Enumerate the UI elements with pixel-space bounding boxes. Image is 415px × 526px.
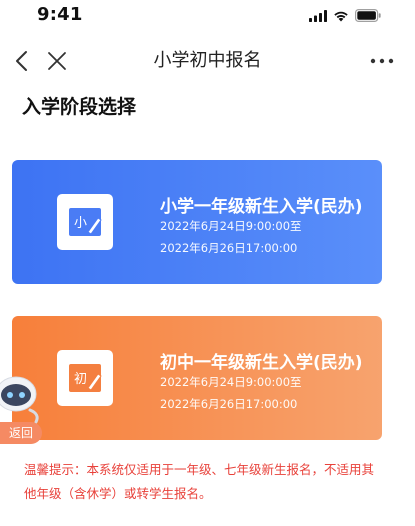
primary-icon-char: 小 — [74, 216, 87, 231]
battery-icon — [355, 9, 381, 22]
primary-school-title: 小学一年级新生入学(民办) — [160, 197, 363, 217]
robot-icon — [0, 376, 39, 424]
junior-high-card[interactable]: 初 初中一年级新生入学(民办) 2022年6月24日9:00:00至 2022年… — [12, 316, 382, 440]
primary-school-date-end: 2022年6月26日17:00:00 — [160, 241, 298, 255]
junior-icon-char: 初 — [74, 372, 87, 387]
more-button[interactable] — [367, 48, 397, 74]
nav-bar: 小学初中报名 — [0, 34, 415, 86]
page-title: 小学初中报名 — [153, 50, 262, 71]
primary-school-card[interactable]: 小 小学一年级新生入学(民办) 2022年6月24日9:00:00至 2022年… — [12, 160, 382, 284]
status-icons — [309, 9, 381, 22]
signal-icon — [309, 9, 327, 22]
section-title: 入学阶段选择 — [22, 96, 137, 118]
status-time: 9:41 — [37, 4, 83, 25]
junior-high-icon: 初 — [57, 350, 113, 406]
status-bar: 9:41 — [0, 0, 415, 34]
primary-school-icon: 小 — [57, 194, 113, 250]
wifi-icon — [334, 11, 348, 21]
more-dots-icon — [370, 58, 394, 64]
robot-assistant[interactable] — [0, 368, 46, 430]
primary-school-date-start: 2022年6月24日9:00:00至 — [160, 219, 302, 233]
junior-high-title: 初中一年级新生入学(民办) — [160, 353, 363, 373]
junior-high-date-start: 2022年6月24日9:00:00至 — [160, 375, 302, 389]
back-badge-button[interactable]: 返回 — [0, 422, 42, 444]
notice-text: 温馨提示：本系统仅适用于一年级、七年级新生报名，不适用其他年级（含休学）或转学生… — [24, 462, 375, 501]
junior-high-date-end: 2022年6月26日17:00:00 — [160, 397, 298, 411]
